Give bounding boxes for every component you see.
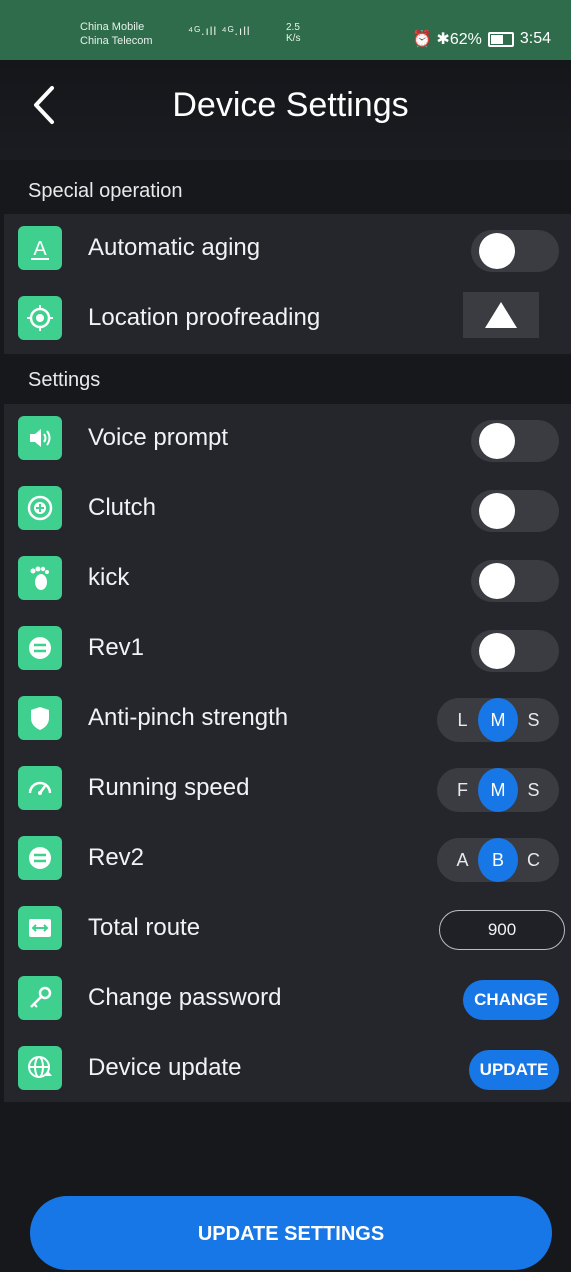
globe-update-icon	[18, 1046, 62, 1090]
anti-pinch-selector[interactable]: L M S	[437, 698, 559, 742]
footprint-icon	[18, 556, 62, 600]
route-width-icon	[18, 906, 62, 950]
toggle-knob	[479, 563, 515, 599]
row-device-update: Device update UPDATE	[4, 1034, 571, 1104]
update-settings-button[interactable]: UPDATE SETTINGS	[30, 1196, 552, 1270]
row-label: Location proofreading	[88, 304, 321, 331]
row-label: kick	[88, 564, 130, 591]
row-anti-pinch-strength: Anti-pinch strength L M S	[4, 684, 571, 754]
row-kick: kick	[4, 544, 571, 614]
alarm-bluetooth-battery-text: ⏰ ✱62%	[412, 31, 482, 48]
speed-value: 2.5	[286, 22, 300, 33]
row-automatic-aging: A Automatic aging	[4, 214, 571, 284]
swap-arrows-icon	[18, 626, 62, 670]
row-label: Change password	[88, 984, 282, 1011]
toggle-knob	[479, 493, 515, 529]
triangle-up-icon	[485, 302, 517, 328]
battery-icon	[487, 31, 514, 47]
toggle-knob	[479, 423, 515, 459]
kick-toggle[interactable]	[471, 560, 559, 602]
row-label: Voice prompt	[88, 424, 229, 451]
row-label: Rev2	[88, 844, 145, 871]
status-right: ⏰ ✱62% 3:54	[412, 29, 551, 49]
option-b-selected[interactable]: B	[477, 838, 519, 882]
voice-prompt-toggle[interactable]	[471, 420, 559, 462]
row-rev1: Rev1	[4, 614, 571, 684]
shield-icon	[18, 696, 62, 740]
location-proofreading-button[interactable]	[463, 292, 539, 338]
letter-a-icon: A	[18, 226, 62, 270]
row-total-route: Total route 900	[4, 894, 571, 964]
option-m-selected[interactable]: M	[477, 698, 519, 742]
clutch-icon	[18, 486, 62, 530]
row-change-password: Change password CHANGE	[4, 964, 571, 1034]
row-label: Automatic aging	[88, 234, 261, 261]
row-clutch: Clutch	[4, 474, 571, 544]
carrier-info: China Mobile China Telecom	[80, 20, 153, 48]
row-label: Total route	[88, 914, 201, 941]
page-title: Device Settings	[172, 86, 409, 124]
row-rev2: Rev2 A B C	[4, 824, 571, 894]
device-update-button[interactable]: UPDATE	[469, 1050, 559, 1090]
rev1-toggle[interactable]	[471, 630, 559, 672]
row-label: Running speed	[88, 774, 250, 801]
section-label-settings: Settings	[28, 369, 101, 391]
speedometer-icon	[18, 766, 62, 810]
toggle-knob	[479, 633, 515, 669]
toggle-knob	[479, 233, 515, 269]
rev2-selector[interactable]: A B C	[437, 838, 559, 882]
row-label: Rev1	[88, 634, 145, 661]
change-password-button[interactable]: CHANGE	[463, 980, 559, 1020]
row-location-proofreading: Location proofreading	[4, 284, 571, 354]
clutch-toggle[interactable]	[471, 490, 559, 532]
option-s[interactable]: S	[518, 768, 549, 812]
speed-unit: K/s	[286, 33, 301, 44]
special-card: A Automatic aging Location proofreading	[4, 214, 571, 354]
swap-arrows-icon	[18, 836, 62, 880]
settings-card: Voice prompt Clutch kick Rev1 Anti-pinch…	[4, 404, 571, 1102]
row-label: Clutch	[88, 494, 157, 521]
option-m-selected[interactable]: M	[477, 768, 519, 812]
section-label-special: Special operation	[28, 180, 183, 202]
option-c[interactable]: C	[518, 838, 549, 882]
status-bar: China Mobile China Telecom ⁴ᴳ.ıll ⁴ᴳ.ıll…	[0, 0, 571, 60]
option-s[interactable]: S	[518, 698, 549, 742]
status-time: 3:54	[519, 30, 551, 47]
key-icon	[18, 976, 62, 1020]
total-route-input[interactable]: 900	[439, 910, 565, 950]
carrier-2: China Telecom	[80, 35, 153, 47]
svg-text:A: A	[33, 238, 47, 260]
row-label: Device update	[88, 1054, 242, 1081]
network-speed: 2.5 K/s	[286, 22, 300, 44]
target-icon	[18, 296, 62, 340]
row-voice-prompt: Voice prompt	[4, 404, 571, 474]
speaker-icon	[18, 416, 62, 460]
row-label: Anti-pinch strength	[88, 704, 289, 731]
running-speed-selector[interactable]: F M S	[437, 768, 559, 812]
carrier-1: China Mobile	[80, 21, 145, 33]
option-a[interactable]: A	[447, 838, 478, 882]
row-running-speed: Running speed F M S	[4, 754, 571, 824]
automatic-aging-toggle[interactable]	[471, 230, 559, 272]
option-f[interactable]: F	[447, 768, 478, 812]
signal-icons: ⁴ᴳ.ıll ⁴ᴳ.ıll	[188, 24, 251, 38]
option-l[interactable]: L	[447, 698, 478, 742]
